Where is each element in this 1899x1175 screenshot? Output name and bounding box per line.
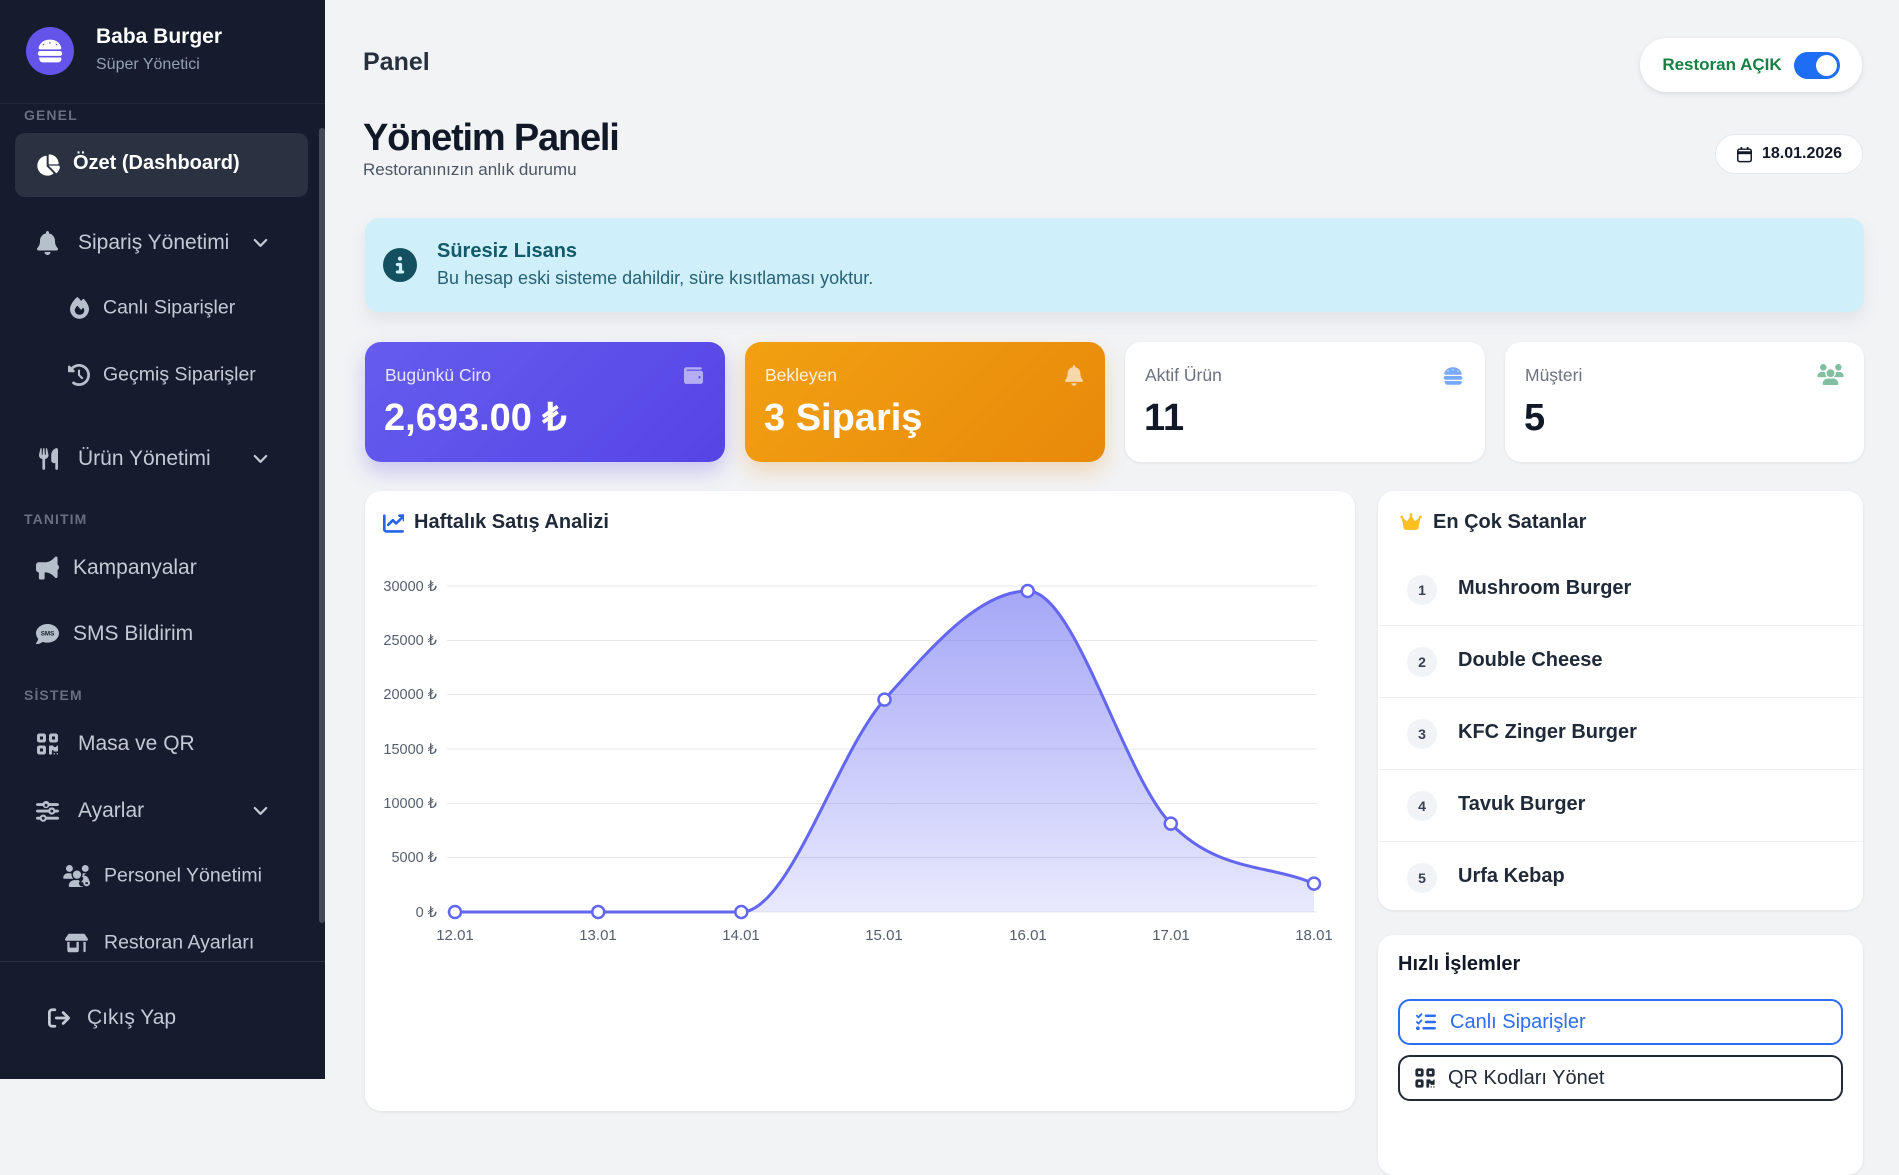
svg-text:SMS: SMS	[41, 631, 55, 638]
svg-text:12.01: 12.01	[436, 927, 474, 944]
svg-text:17.01: 17.01	[1152, 927, 1190, 944]
svg-text:15.01: 15.01	[865, 927, 903, 944]
svg-text:5000 ₺: 5000 ₺	[391, 850, 437, 866]
svg-text:10000 ₺: 10000 ₺	[383, 796, 437, 812]
svg-text:13.01: 13.01	[579, 927, 617, 944]
svg-text:25000 ₺: 25000 ₺	[383, 633, 437, 649]
svg-text:0 ₺: 0 ₺	[416, 905, 438, 921]
svg-text:14.01: 14.01	[722, 927, 760, 944]
svg-text:18.01: 18.01	[1295, 927, 1333, 944]
svg-text:16.01: 16.01	[1009, 927, 1047, 944]
svg-text:30000 ₺: 30000 ₺	[383, 579, 437, 595]
svg-text:15000 ₺: 15000 ₺	[383, 742, 437, 758]
svg-text:20000 ₺: 20000 ₺	[383, 687, 437, 703]
